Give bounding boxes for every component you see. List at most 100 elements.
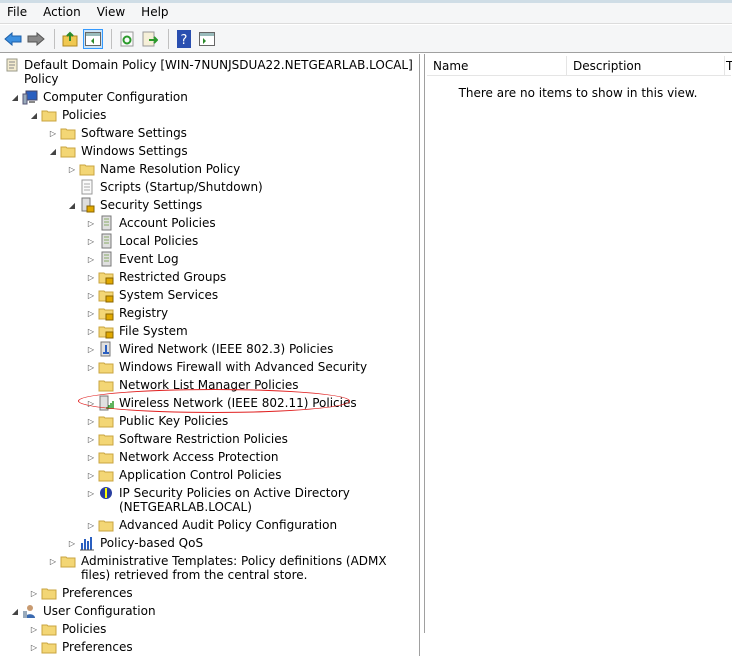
collapse-arrow-icon[interactable]: ◢ bbox=[48, 146, 58, 156]
tree-node-label: IP Security Policies on Active Directory… bbox=[119, 486, 350, 514]
menu-action[interactable]: Action bbox=[36, 3, 88, 23]
up-one-level-button[interactable] bbox=[60, 29, 80, 49]
expand-arrow-icon[interactable]: ▷ bbox=[86, 308, 96, 318]
tree-node[interactable]: ▷ Application Control Policies bbox=[0, 466, 420, 484]
expand-arrow-icon[interactable]: ▷ bbox=[86, 254, 96, 264]
tree-node[interactable]: ▷ Advanced Audit Policy Configuration bbox=[0, 516, 420, 534]
expand-arrow-icon[interactable]: ▷ bbox=[86, 434, 96, 444]
expand-arrow-icon[interactable]: ▷ bbox=[67, 538, 77, 548]
tree-node[interactable]: ◢ Policies bbox=[0, 106, 420, 124]
collapse-arrow-icon[interactable]: ◢ bbox=[29, 110, 39, 120]
export-list-button[interactable] bbox=[140, 29, 160, 49]
tree-node[interactable]: ▷ Software Settings bbox=[0, 124, 420, 142]
toolbar-separator bbox=[54, 28, 55, 49]
tree-node[interactable]: ▷ Policy-based QoS bbox=[0, 534, 420, 552]
help-button[interactable]: ? bbox=[174, 29, 194, 49]
column-description[interactable]: Description bbox=[567, 56, 725, 76]
column-name[interactable]: Name bbox=[427, 56, 567, 76]
tree-node[interactable]: ▷ Policies bbox=[0, 620, 420, 638]
tree-node[interactable]: ▷ Preferences bbox=[0, 584, 420, 602]
folder-icon bbox=[41, 621, 57, 637]
tree-node-label: Name Resolution Policy bbox=[100, 162, 241, 176]
up-folder-icon bbox=[62, 31, 78, 46]
folder-icon bbox=[60, 553, 76, 569]
expand-arrow-icon[interactable]: ▷ bbox=[86, 398, 96, 408]
tree-node[interactable]: ▷ Network Access Protection bbox=[0, 448, 420, 466]
expand-arrow-icon[interactable]: ▷ bbox=[86, 488, 96, 498]
expand-arrow-icon[interactable]: ▷ bbox=[67, 164, 77, 174]
expand-arrow-icon[interactable]: ▷ bbox=[86, 326, 96, 336]
expand-arrow-icon[interactable]: ▷ bbox=[86, 218, 96, 228]
tree-node-label: Preferences bbox=[62, 640, 133, 654]
show-hide-console-tree-button[interactable] bbox=[83, 28, 103, 49]
show-action-pane-icon bbox=[199, 31, 215, 46]
tree-node[interactable]: ▷ File System bbox=[0, 322, 420, 340]
tree-node-label: Event Log bbox=[119, 252, 179, 266]
expand-arrow-icon[interactable]: ▷ bbox=[29, 642, 39, 652]
tree-node[interactable]: ▷ Account Policies bbox=[0, 214, 420, 232]
tree-node-label: Software Restriction Policies bbox=[119, 432, 288, 446]
expand-arrow-icon[interactable]: ▷ bbox=[86, 236, 96, 246]
expand-arrow-icon[interactable]: ▷ bbox=[86, 452, 96, 462]
tree-node[interactable]: ▷ Wired Network (IEEE 802.3) Policies bbox=[0, 340, 420, 358]
chart-icon bbox=[79, 535, 95, 551]
server-icon bbox=[98, 233, 114, 249]
folder-icon bbox=[98, 517, 114, 533]
collapse-arrow-icon[interactable]: ◢ bbox=[67, 200, 77, 210]
tree-node[interactable]: ◢ User Configuration bbox=[0, 602, 420, 620]
tree-node[interactable]: ▷ Local Policies bbox=[0, 232, 420, 250]
expand-arrow-icon[interactable]: ▷ bbox=[86, 290, 96, 300]
menu-help[interactable]: Help bbox=[134, 3, 175, 23]
tree-node[interactable]: ◢ Windows Settings bbox=[0, 142, 420, 160]
expand-arrow-icon[interactable]: ▷ bbox=[48, 128, 58, 138]
menu-bar: File Action View Help bbox=[0, 3, 732, 24]
expand-arrow-icon[interactable]: ▷ bbox=[86, 520, 96, 530]
tree-node[interactable]: ▷ Registry bbox=[0, 304, 420, 322]
folder-icon bbox=[98, 359, 114, 375]
tree-node[interactable]: ▷ Wireless Network (IEEE 802.11) Policies bbox=[0, 389, 420, 413]
tree-node[interactable]: ◢ Computer Configuration bbox=[0, 88, 420, 106]
tree-node-label: Default Domain Policy [WIN-7NUNJSDUA22.N… bbox=[24, 58, 413, 86]
tree-node[interactable]: ▷ Windows Firewall with Advanced Security bbox=[0, 358, 420, 376]
back-button[interactable] bbox=[3, 29, 23, 49]
forward-icon bbox=[27, 31, 45, 46]
expand-arrow-icon[interactable]: ▷ bbox=[86, 344, 96, 354]
tree-node-label: Administrative Templates: Policy definit… bbox=[81, 554, 387, 582]
tree-node[interactable]: Default Domain Policy [WIN-7NUNJSDUA22.N… bbox=[0, 56, 420, 88]
refresh-button[interactable] bbox=[117, 29, 137, 49]
show-hide-action-pane-button[interactable] bbox=[197, 29, 217, 49]
column-type[interactable]: T bbox=[725, 56, 732, 76]
folder-icon bbox=[98, 467, 114, 483]
tree-node[interactable]: ◢ Security Settings bbox=[0, 196, 420, 214]
expand-arrow-icon[interactable]: ▷ bbox=[86, 362, 96, 372]
expand-arrow-icon[interactable]: ▷ bbox=[29, 588, 39, 598]
tree-node[interactable]: Network List Manager Policies bbox=[0, 376, 420, 394]
collapse-arrow-icon[interactable]: ◢ bbox=[10, 92, 20, 102]
folder-icon bbox=[79, 161, 95, 177]
expand-arrow-icon[interactable]: ▷ bbox=[86, 470, 96, 480]
tree-node[interactable]: ▷ Restricted Groups bbox=[0, 268, 420, 286]
tree-node[interactable]: ▷ Administrative Templates: Policy defini… bbox=[0, 552, 420, 584]
folder-icon bbox=[60, 143, 76, 159]
tree-node-label: Software Settings bbox=[81, 126, 187, 140]
refresh-icon bbox=[120, 31, 134, 46]
svg-text:?: ? bbox=[181, 33, 188, 48]
tree-node[interactable]: ▷ Software Restriction Policies bbox=[0, 430, 420, 448]
tree-node[interactable]: ▷ IP Security Policies on Active Director… bbox=[0, 484, 420, 516]
expand-arrow-icon[interactable]: ▷ bbox=[48, 556, 58, 566]
tree-node[interactable]: Scripts (Startup/Shutdown) bbox=[0, 178, 420, 196]
menu-file[interactable]: File bbox=[0, 3, 34, 23]
expand-arrow-icon[interactable]: ▷ bbox=[86, 272, 96, 282]
tree-node-label: Application Control Policies bbox=[119, 468, 282, 482]
tree-node-label: Account Policies bbox=[119, 216, 216, 230]
collapse-arrow-icon[interactable]: ◢ bbox=[10, 606, 20, 616]
tree-node[interactable]: ▷ System Services bbox=[0, 286, 420, 304]
tree-node[interactable]: ▷ Preferences bbox=[0, 638, 420, 656]
tree-node[interactable]: ▷ Public Key Policies bbox=[0, 412, 420, 430]
expand-arrow-icon[interactable]: ▷ bbox=[86, 416, 96, 426]
console-tree[interactable]: Default Domain Policy [WIN-7NUNJSDUA22.N… bbox=[0, 54, 420, 656]
tree-node[interactable]: ▷ Event Log bbox=[0, 250, 420, 268]
forward-button[interactable] bbox=[26, 29, 46, 49]
tree-node[interactable]: ▷ Name Resolution Policy bbox=[0, 160, 420, 178]
menu-view[interactable]: View bbox=[90, 3, 132, 23]
